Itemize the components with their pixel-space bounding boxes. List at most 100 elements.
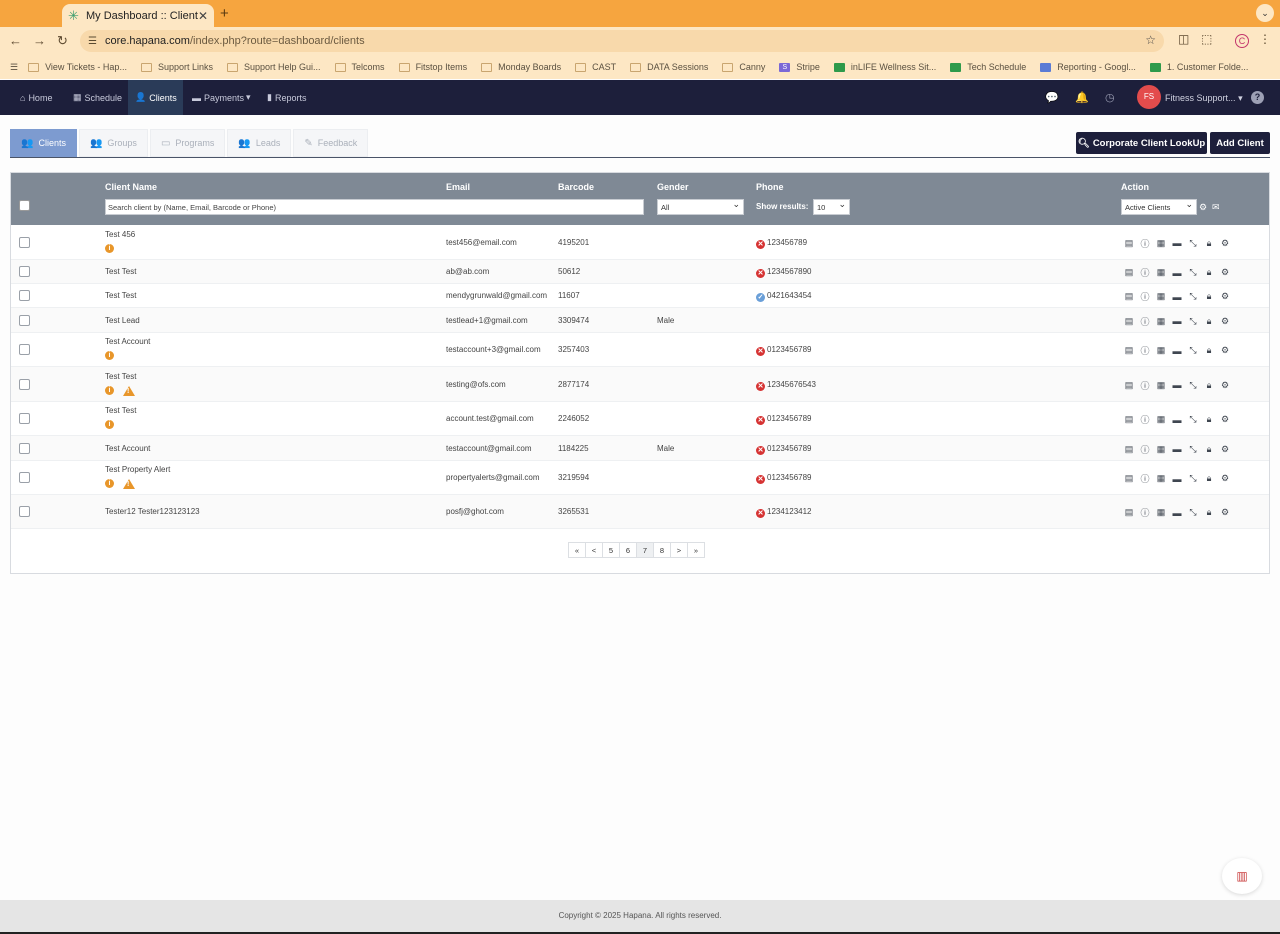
bookmark-item[interactable]: Telcoms — [334, 62, 385, 72]
lock-icon[interactable]: 🔒︎ — [1201, 291, 1217, 302]
document-icon[interactable]: ▤ — [1121, 414, 1137, 425]
lock-icon[interactable]: 🔒︎ — [1201, 444, 1217, 455]
forward-icon[interactable]: → — [33, 33, 46, 48]
info-circle-icon[interactable]: ⓘ — [1137, 315, 1153, 328]
info-icon[interactable]: i — [105, 479, 114, 488]
merge-arrows-icon[interactable]: ⤡ — [1185, 507, 1201, 518]
info-icon[interactable]: i — [105, 243, 114, 253]
calendar-icon[interactable]: ▦ — [1153, 238, 1169, 249]
site-info-icon[interactable]: ☰ — [88, 36, 97, 47]
merge-arrows-icon[interactable]: ⤡ — [1185, 414, 1201, 425]
gear-icon[interactable]: ⚙ — [1217, 380, 1233, 391]
row-checkbox[interactable] — [19, 472, 30, 483]
gender-filter-select[interactable]: All — [657, 199, 744, 215]
tab-leads[interactable]: 👥 Leads — [227, 129, 292, 157]
page-button[interactable]: 5 — [602, 542, 620, 558]
row-checkbox[interactable] — [19, 314, 30, 326]
calendar-icon[interactable]: ▦ — [1153, 444, 1169, 455]
client-search-input[interactable]: Search client by (Name, Email, Barcode o… — [105, 199, 644, 215]
client-name[interactable]: Test Property Alert — [105, 465, 170, 474]
client-name[interactable]: Test Test — [105, 372, 136, 381]
info-circle-icon[interactable]: ⓘ — [1137, 413, 1153, 426]
gear-icon[interactable]: ⚙ — [1217, 316, 1233, 327]
gear-icon[interactable]: ⚙ — [1217, 267, 1233, 278]
lock-icon[interactable]: 🔒︎ — [1201, 345, 1217, 356]
bookmark-item[interactable]: Support Help Gui... — [227, 62, 321, 72]
bell-icon[interactable]: 🔔 — [1075, 91, 1089, 104]
gear-icon[interactable]: ⚙ — [1217, 507, 1233, 518]
info-circle-icon[interactable]: ⓘ — [1137, 443, 1153, 456]
document-icon[interactable]: ▤ — [1121, 345, 1137, 356]
tab-groups[interactable]: 👥 Groups — [78, 129, 148, 157]
tab-programs[interactable]: ▭ Programs — [149, 129, 226, 157]
gear-icon[interactable]: ⚙ — [1217, 291, 1233, 302]
prev-page-button[interactable]: < — [585, 542, 603, 558]
client-name[interactable]: Test Test — [105, 291, 136, 300]
gear-icon[interactable]: ⚙ — [1217, 444, 1233, 455]
close-tab-icon[interactable]: ✕ — [198, 9, 208, 23]
bookmark-item[interactable]: Canny — [722, 62, 765, 72]
lock-icon[interactable]: 🔒︎ — [1201, 507, 1217, 518]
gear-icon[interactable]: ⚙ — [1217, 473, 1233, 484]
credit-card-icon[interactable]: ▬ — [1169, 316, 1185, 326]
user-avatar[interactable]: FS — [1137, 85, 1161, 109]
credit-card-icon[interactable]: ▬ — [1169, 380, 1185, 390]
client-name[interactable]: Test Lead — [105, 316, 140, 325]
document-icon[interactable]: ▤ — [1121, 291, 1137, 302]
gear-icon[interactable]: ⚙ — [1217, 238, 1233, 249]
info-circle-icon[interactable]: ⓘ — [1137, 344, 1153, 357]
document-icon[interactable]: ▤ — [1121, 507, 1137, 518]
credit-card-icon[interactable]: ▬ — [1169, 292, 1185, 302]
client-name[interactable]: Test 456 — [105, 230, 135, 239]
next-page-button[interactable]: > — [670, 542, 688, 558]
tab-search-chevron-icon[interactable]: ⌄ — [1256, 4, 1274, 22]
add-client-button[interactable]: Add Client — [1210, 132, 1270, 154]
page-button[interactable]: 6 — [619, 542, 637, 558]
browser-profile-avatar[interactable]: C — [1235, 34, 1249, 48]
bookmark-item[interactable]: View Tickets - Hap... — [28, 62, 127, 72]
client-name[interactable]: Test Account — [105, 337, 150, 346]
document-icon[interactable]: ▤ — [1121, 473, 1137, 484]
address-bar[interactable]: ☰ core.hapana.com/index.php?route=dashbo… — [80, 30, 1164, 52]
info-circle-icon[interactable]: ⓘ — [1137, 237, 1153, 250]
chat-icon[interactable]: 💬 — [1045, 91, 1059, 104]
warning-icon[interactable]: ! — [123, 385, 135, 396]
first-page-button[interactable]: « — [568, 542, 586, 558]
credit-card-icon[interactable]: ▬ — [1169, 346, 1185, 356]
calendar-icon[interactable]: ▦ — [1153, 380, 1169, 391]
nav-clients[interactable]: 👤 Clients — [128, 80, 183, 115]
credit-card-icon[interactable]: ▬ — [1169, 238, 1185, 248]
extensions-puzzle-icon[interactable]: ⬚ — [1201, 32, 1212, 46]
document-icon[interactable]: ▤ — [1121, 444, 1137, 455]
merge-arrows-icon[interactable]: ⤡ — [1185, 291, 1201, 302]
nav-schedule[interactable]: ▦ Schedule — [66, 80, 129, 115]
info-circle-icon[interactable]: ⓘ — [1137, 472, 1153, 485]
bookmark-item[interactable]: CAST — [575, 62, 616, 72]
row-checkbox[interactable] — [19, 413, 30, 424]
tab-feedback[interactable]: ✎ Feedback — [293, 129, 369, 157]
bookmark-item[interactable]: Tech Schedule — [950, 62, 1026, 72]
merge-arrows-icon[interactable]: ⤡ — [1185, 345, 1201, 356]
credit-card-icon[interactable]: ▬ — [1169, 415, 1185, 425]
page-button[interactable]: 8 — [653, 542, 671, 558]
client-name[interactable]: Test Account — [105, 444, 150, 453]
info-circle-icon[interactable]: ⓘ — [1137, 290, 1153, 303]
lock-icon[interactable]: 🔒︎ — [1201, 380, 1217, 391]
credit-card-icon[interactable]: ▬ — [1169, 474, 1185, 484]
bookmark-item[interactable]: S Stripe — [779, 62, 820, 72]
settings-gear-icon[interactable]: ⚙ — [1199, 202, 1207, 213]
row-checkbox[interactable] — [19, 506, 30, 517]
calendar-icon[interactable]: ▦ — [1153, 345, 1169, 356]
bookmark-item[interactable]: 1. Customer Folde... — [1149, 62, 1248, 72]
document-icon[interactable]: ▤ — [1121, 380, 1137, 391]
client-name[interactable]: Test Test — [105, 267, 136, 276]
new-tab-icon[interactable]: + — [220, 5, 229, 22]
bookmark-item[interactable]: inLIFE Wellness Sit... — [833, 62, 936, 72]
reload-icon[interactable]: ↻ — [57, 33, 68, 49]
back-icon[interactable]: ← — [9, 33, 22, 48]
bookmark-item[interactable]: Monday Boards — [481, 62, 561, 72]
warning-icon[interactable]: ! — [123, 479, 135, 489]
show-results-select[interactable]: 10 — [813, 199, 850, 215]
info-circle-icon[interactable]: ⓘ — [1137, 506, 1153, 519]
lock-icon[interactable]: 🔒︎ — [1201, 414, 1217, 425]
